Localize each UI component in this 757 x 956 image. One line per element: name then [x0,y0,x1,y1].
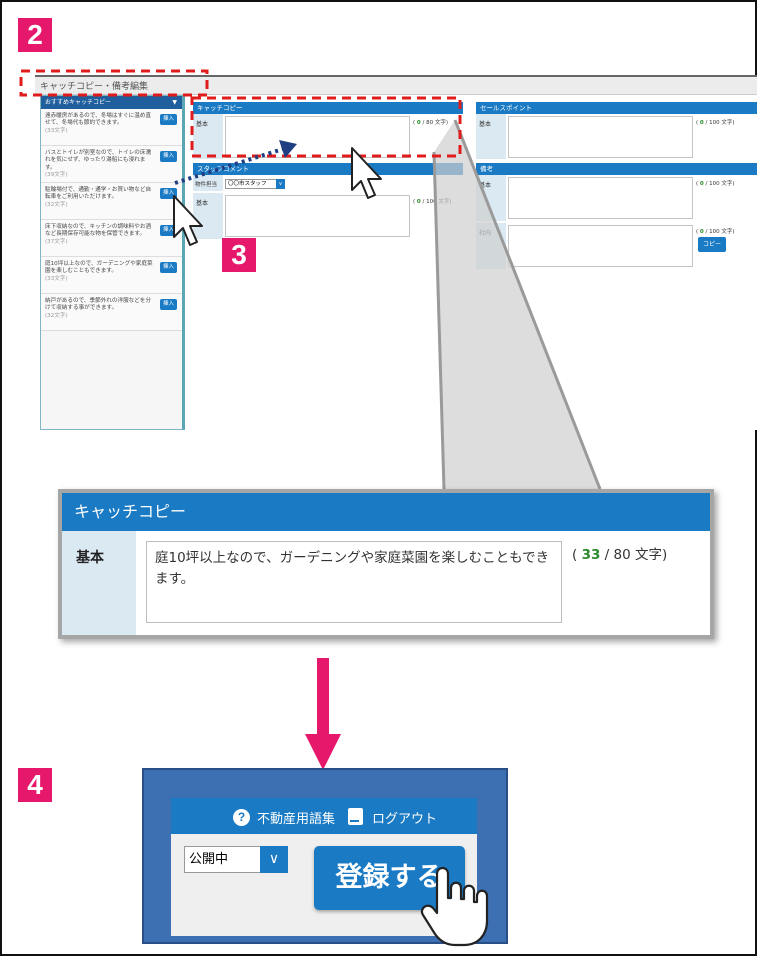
callout-beam [434,120,600,489]
step-badge-4: 4 [18,768,52,802]
catchcopy-highlight-box [190,96,462,158]
zoom-catchcopy-textarea[interactable]: 庭10坪以上なので、ガーデニングや家庭菜園を楽しむこともできます。 [146,541,562,623]
logout-link[interactable]: ログアウト [372,808,437,827]
logout-icon [348,808,363,825]
zoom-counter: ( 33 / 80 文字) [572,547,668,563]
status-select-value: 公開中 [189,852,229,867]
register-button[interactable]: 登録する [314,846,465,910]
cursor-icon [173,195,203,246]
action-bar-screenshot: ? 不動産用語集 ログアウト 公開中 ∨ 登録する [171,798,477,936]
chevron-down-icon: ∨ [260,846,288,873]
glossary-link[interactable]: 不動産用語集 [257,808,335,827]
status-select[interactable]: 公開中 ∨ [184,846,288,873]
zoom-panel-header: キャッチコピー [62,493,710,531]
step-badge-3: 3 [222,238,256,272]
help-icon: ? [233,809,250,826]
top-menu-bar: ? 不動産用語集 ログアウト [171,798,477,834]
pink-arrow-shaft [317,658,329,736]
pink-arrow-head [305,734,341,770]
catchcopy-zoom-callout: キャッチコピー 基本 庭10坪以上なので、ガーデニングや家庭菜園を楽しむこともで… [58,489,714,639]
dotted-arrow-line [174,147,284,185]
zoom-basic-label: 基本 [76,550,104,566]
title-highlight-box [19,69,209,97]
